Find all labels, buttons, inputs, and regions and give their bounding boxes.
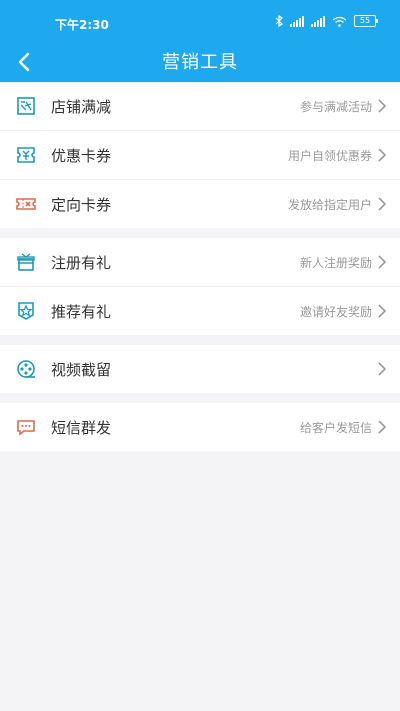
wifi-icon bbox=[332, 16, 347, 27]
nav-bar: 营销工具 bbox=[0, 44, 400, 82]
menu-item-label: 推荐有礼 bbox=[51, 302, 112, 321]
message-icon bbox=[17, 420, 35, 436]
menu-item-label: 优惠卡券 bbox=[51, 146, 112, 165]
chevron-right-icon bbox=[378, 362, 386, 376]
chevron-right-icon bbox=[378, 99, 386, 113]
battery-icon: 55 bbox=[354, 15, 378, 27]
ticket-icon bbox=[16, 198, 36, 210]
menu-item-sms-broadcast[interactable]: 短信群发 给客户发短信 bbox=[0, 403, 400, 451]
chevron-right-icon bbox=[378, 420, 386, 434]
menu-item-hint: 邀请好友奖励 bbox=[299, 304, 372, 319]
chevron-right-icon bbox=[378, 197, 386, 211]
star-badge-icon bbox=[18, 302, 34, 320]
menu-item-hint: 发放给指定用户 bbox=[287, 197, 372, 212]
menu-item-label: 视频截留 bbox=[51, 360, 112, 379]
status-icons: 55 bbox=[275, 15, 378, 27]
chevron-right-icon bbox=[378, 304, 386, 318]
menu-item-store-discount[interactable]: 店铺满减 参与满减活动 bbox=[0, 82, 400, 131]
menu-item-targeted-coupon[interactable]: 定向卡券 发放给指定用户 bbox=[0, 180, 400, 228]
group-promotions: 店铺满减 参与满减活动 优惠卡券 用户自领优惠券 定向卡券 发放给指定用户 bbox=[0, 82, 400, 228]
status-time: 下午2:30 bbox=[55, 18, 109, 32]
menu-item-label: 短信群发 bbox=[51, 418, 112, 437]
menu-item-video-retention[interactable]: 视频截留 bbox=[0, 345, 400, 393]
menu-item-label: 注册有礼 bbox=[51, 253, 112, 272]
gift-icon bbox=[17, 253, 35, 271]
chevron-right-icon bbox=[378, 148, 386, 162]
film-reel-icon bbox=[17, 360, 35, 378]
coupon-icon bbox=[17, 147, 35, 163]
menu-item-label: 店铺满减 bbox=[51, 97, 112, 116]
chevron-right-icon bbox=[378, 255, 386, 269]
menu-item-referral-gift[interactable]: 推荐有礼 邀请好友奖励 bbox=[0, 287, 400, 335]
status-bar: 下午2:30 55 bbox=[0, 0, 400, 44]
menu-item-label: 定向卡券 bbox=[51, 195, 112, 214]
menu-item-hint: 新人注册奖励 bbox=[299, 255, 372, 270]
menu-item-hint: 给客户发短信 bbox=[299, 420, 372, 435]
group-rewards: 注册有礼 新人注册奖励 推荐有礼 邀请好友奖励 bbox=[0, 238, 400, 335]
group-sms: 短信群发 给客户发短信 bbox=[0, 403, 400, 451]
menu-item-hint: 用户自领优惠券 bbox=[287, 148, 372, 163]
menu-item-signup-gift[interactable]: 注册有礼 新人注册奖励 bbox=[0, 238, 400, 287]
group-video: 视频截留 bbox=[0, 345, 400, 393]
page-title: 营销工具 bbox=[162, 52, 238, 73]
signal-hd-icon bbox=[311, 15, 325, 27]
discount-icon bbox=[17, 97, 35, 115]
bluetooth-icon bbox=[275, 15, 283, 27]
app-header: 下午2:30 55 营销工具 bbox=[0, 0, 400, 82]
menu-item-hint: 参与满减活动 bbox=[299, 99, 372, 114]
menu-item-coupon[interactable]: 优惠卡券 用户自领优惠券 bbox=[0, 131, 400, 180]
signal-icon bbox=[290, 15, 304, 27]
